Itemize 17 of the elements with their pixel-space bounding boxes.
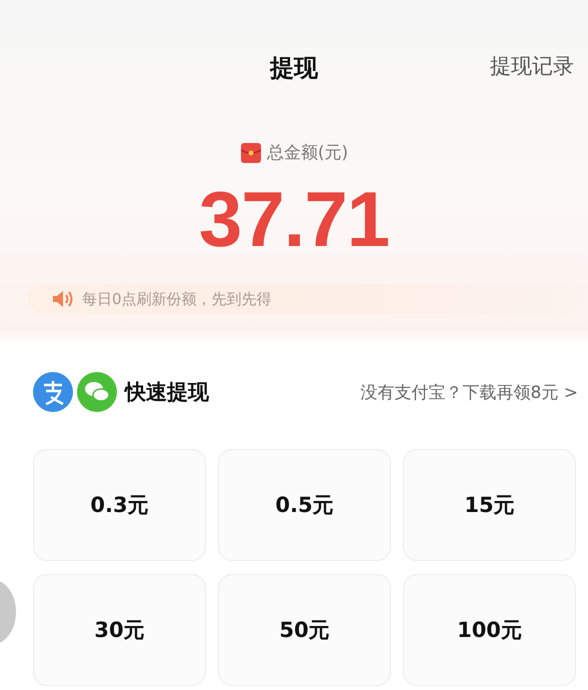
notice-text: 每日0点刷新份额，先到先得 [82, 290, 272, 308]
section-title: 快速提现 [125, 379, 209, 406]
balance-amount: 37.71 [198, 174, 390, 264]
amount-option[interactable]: 50元 [218, 574, 391, 686]
page-title: 提现 [270, 53, 318, 84]
amount-option[interactable]: 30元 [33, 574, 206, 686]
speaker-icon [52, 290, 74, 308]
envelope-icon [240, 142, 262, 164]
download-promo-link[interactable]: 没有支付宝？下载再领8元 > [360, 380, 578, 404]
amount-option[interactable]: 100元 [403, 574, 576, 686]
amount-option[interactable]: 0.3元 [33, 449, 206, 561]
amount-option[interactable]: 15元 [403, 449, 576, 561]
withdraw-history-link[interactable]: 提现记录 [490, 52, 574, 80]
balance-label: 总金额(元) [266, 142, 348, 164]
amount-option[interactable]: 0.5元 [218, 449, 391, 561]
alipay-icon [33, 372, 73, 412]
wechat-icon [77, 372, 117, 412]
